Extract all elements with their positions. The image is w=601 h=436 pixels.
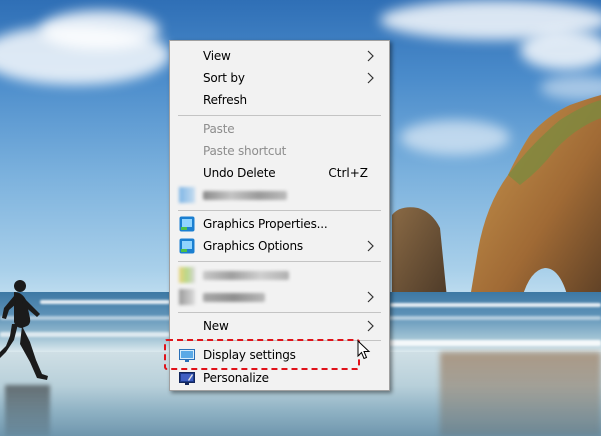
menu-separator <box>178 210 381 211</box>
menu-item-graphics-options[interactable]: Graphics Options <box>172 235 387 257</box>
menu-item-redacted[interactable] <box>172 184 387 206</box>
runner-silhouette <box>0 280 48 380</box>
redacted-icon <box>179 187 195 203</box>
intel-graphics-icon <box>179 238 195 254</box>
menu-item-new[interactable]: New <box>172 315 387 337</box>
redacted-label <box>203 271 289 280</box>
menu-item-paste-shortcut: Paste shortcut <box>172 140 387 162</box>
menu-separator <box>178 115 381 116</box>
menu-item-view[interactable]: View <box>172 45 387 67</box>
chevron-right-icon <box>367 291 374 303</box>
wave-foam <box>390 303 601 307</box>
menu-item-redacted[interactable] <box>172 286 387 308</box>
intel-graphics-icon <box>179 216 195 232</box>
redacted-icon <box>179 289 195 305</box>
menu-item-label: Paste <box>203 122 235 136</box>
menu-separator <box>178 261 381 262</box>
menu-item-sort-by[interactable]: Sort by <box>172 67 387 89</box>
menu-item-label: Refresh <box>203 93 247 107</box>
menu-separator <box>178 312 381 313</box>
menu-item-personalize[interactable]: Personalize <box>172 367 387 389</box>
menu-item-undo-delete[interactable]: Undo Delete Ctrl+Z <box>172 162 387 184</box>
menu-item-graphics-properties[interactable]: Graphics Properties... <box>172 213 387 235</box>
menu-item-label: Paste shortcut <box>203 144 287 158</box>
chevron-right-icon <box>367 240 374 252</box>
rock-reflection <box>440 352 601 436</box>
chevron-right-icon <box>367 50 374 62</box>
display-settings-highlight <box>164 339 360 370</box>
chevron-right-icon <box>367 320 374 332</box>
menu-item-refresh[interactable]: Refresh <box>172 89 387 111</box>
mouse-pointer-icon <box>357 340 371 360</box>
menu-item-redacted[interactable] <box>172 264 387 286</box>
menu-item-shortcut: Ctrl+Z <box>328 166 368 180</box>
redacted-label <box>203 293 265 302</box>
menu-item-label: View <box>203 49 231 63</box>
menu-item-label: Undo Delete <box>203 166 276 180</box>
wave-foam <box>360 340 601 346</box>
chevron-right-icon <box>367 72 374 84</box>
menu-item-label: Graphics Properties... <box>203 217 328 231</box>
personalize-icon <box>179 372 195 385</box>
menu-item-paste: Paste <box>172 118 387 140</box>
redacted-label <box>203 191 287 200</box>
redacted-icon <box>179 267 195 283</box>
runner-reflection <box>5 385 50 436</box>
menu-item-label: Personalize <box>203 371 269 385</box>
menu-item-label: New <box>203 319 229 333</box>
menu-item-label: Graphics Options <box>203 239 303 253</box>
menu-item-label: Sort by <box>203 71 245 85</box>
